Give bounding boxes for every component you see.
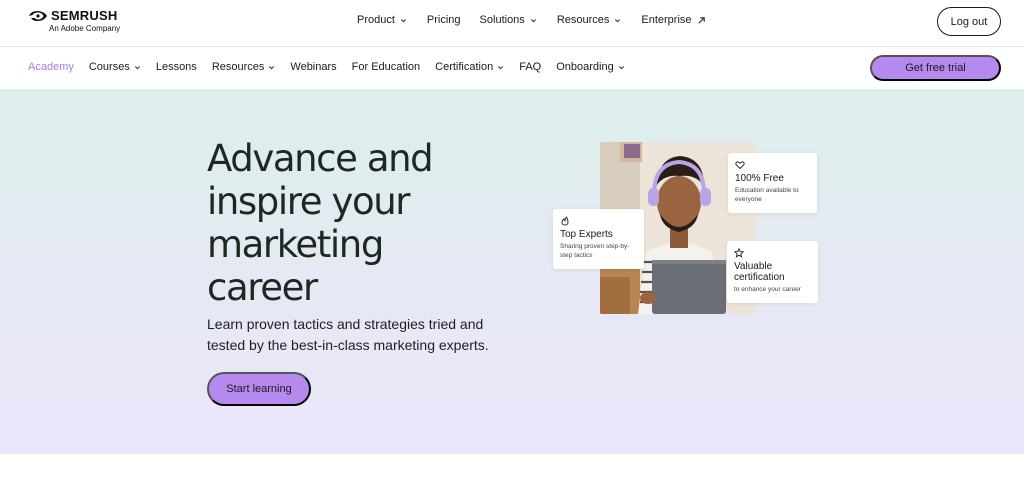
card-title: Top Experts bbox=[560, 229, 613, 240]
get-free-trial-button[interactable]: Get free trial bbox=[870, 55, 1001, 81]
nav-label: Solutions bbox=[479, 14, 525, 26]
card-description: Education available to everyone bbox=[735, 187, 799, 203]
subnav-label: FAQ bbox=[519, 61, 542, 73]
chevron-down-icon bbox=[400, 18, 406, 22]
nav-resources[interactable]: Resources bbox=[557, 14, 622, 26]
card-title: 100% Free bbox=[735, 173, 784, 184]
brand-name: SEMRUSH bbox=[51, 8, 118, 23]
chevron-down-icon bbox=[530, 18, 536, 22]
nav-label: Product bbox=[357, 14, 395, 26]
feature-card-experts: Top Experts Sharing proven step-by-step … bbox=[553, 209, 644, 269]
subnav-label: Courses bbox=[88, 61, 130, 73]
nav-label: Enterprise bbox=[641, 14, 692, 26]
subnav-label: Certification bbox=[435, 61, 494, 73]
hero-title-line: inspire your bbox=[207, 180, 410, 223]
subnav-label: Onboarding bbox=[556, 61, 614, 73]
feature-card-certification: Valuable certification to enhance your c… bbox=[727, 241, 818, 303]
heart-icon bbox=[735, 161, 745, 170]
subnav-label: Lessons bbox=[155, 61, 197, 73]
subnav-label: Webinars bbox=[290, 61, 337, 73]
top-header: SEMRUSH An Adobe Company Product Pricing… bbox=[0, 0, 1024, 47]
card-description: Sharing proven step-by-step tactics bbox=[560, 243, 630, 259]
start-learning-button[interactable]: Start learning bbox=[207, 372, 311, 406]
subnav-label: For Education bbox=[351, 61, 421, 73]
subnav-label: Academy bbox=[28, 61, 74, 73]
chevron-down-icon bbox=[134, 65, 140, 69]
subnav-certification[interactable]: Certification bbox=[435, 61, 504, 73]
feature-card-free: 100% Free Education available to everyon… bbox=[728, 153, 817, 213]
hero-title-line: career bbox=[207, 266, 318, 309]
page-below-fold bbox=[0, 454, 1024, 480]
subnav-academy[interactable]: Academy bbox=[28, 61, 74, 73]
semrush-flame-icon bbox=[29, 11, 47, 21]
academy-subnav: Academy Courses Lessons Resources Webina… bbox=[0, 48, 1024, 89]
subnav-lessons[interactable]: Lessons bbox=[156, 61, 197, 73]
subnav-for-education[interactable]: For Education bbox=[352, 61, 420, 73]
external-arrow-icon bbox=[697, 16, 705, 24]
chevron-down-icon bbox=[615, 18, 621, 22]
nav-pricing[interactable]: Pricing bbox=[427, 14, 461, 26]
chevron-down-icon bbox=[269, 65, 275, 69]
card-title: Valuable certification bbox=[734, 261, 785, 283]
hero-subtitle: Learn proven tactics and strategies trie… bbox=[207, 316, 489, 353]
nav-enterprise[interactable]: Enterprise bbox=[641, 14, 705, 26]
star-icon bbox=[734, 248, 744, 258]
nav-product[interactable]: Product bbox=[357, 14, 407, 26]
subnav-faq[interactable]: FAQ bbox=[519, 61, 541, 73]
logout-button[interactable]: Log out bbox=[937, 7, 1001, 36]
academy-nav: Academy Courses Lessons Resources Webina… bbox=[28, 61, 625, 73]
nav-solutions[interactable]: Solutions bbox=[480, 14, 537, 26]
subnav-webinars[interactable]: Webinars bbox=[290, 61, 336, 73]
card-description: to enhance your career bbox=[734, 286, 801, 293]
nav-label: Pricing bbox=[426, 14, 461, 26]
subnav-resources[interactable]: Resources bbox=[212, 61, 276, 73]
subnav-onboarding[interactable]: Onboarding bbox=[556, 61, 625, 73]
flame-icon bbox=[561, 216, 569, 226]
chevron-down-icon bbox=[498, 65, 504, 69]
semrush-logo[interactable]: SEMRUSH An Adobe Company bbox=[28, 9, 120, 34]
subnav-courses[interactable]: Courses bbox=[89, 61, 141, 73]
hero-title: Advance and inspire your marketing caree… bbox=[207, 137, 507, 309]
hero-section: Advance and inspire your marketing caree… bbox=[0, 89, 1024, 454]
subnav-label: Resources bbox=[211, 61, 265, 73]
hero-title-line: Advance and bbox=[207, 137, 434, 180]
brand-subtitle: An Adobe Company bbox=[49, 24, 121, 33]
hero-title-line: marketing bbox=[207, 223, 384, 266]
main-nav: Product Pricing Solutions Resources Ente… bbox=[357, 14, 706, 26]
nav-label: Resources bbox=[556, 14, 610, 26]
chevron-down-icon bbox=[618, 65, 624, 69]
